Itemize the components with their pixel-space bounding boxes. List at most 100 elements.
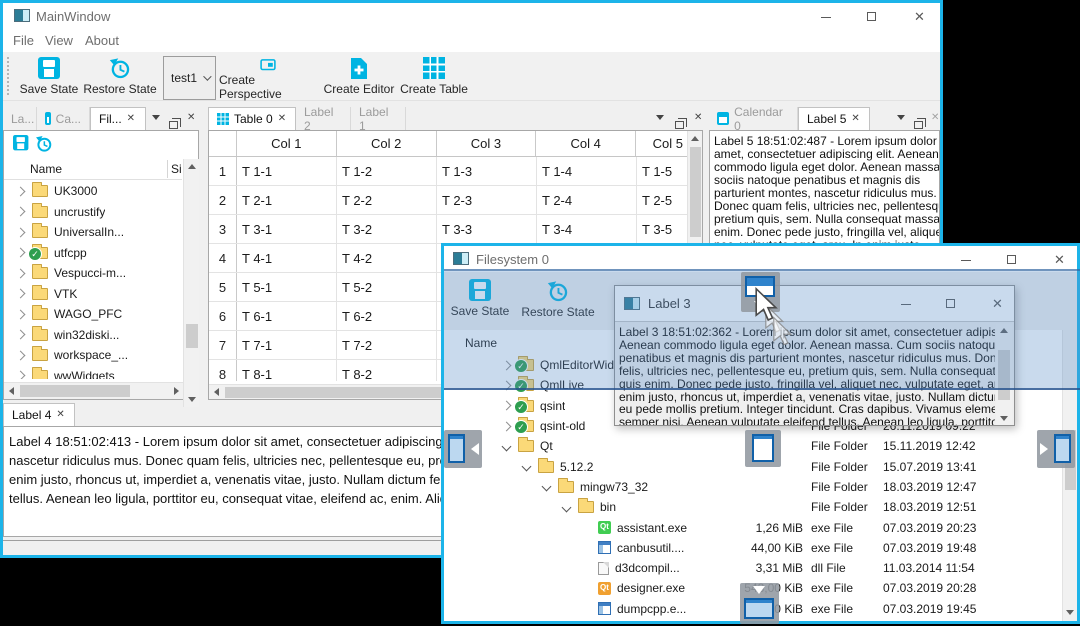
expand-chevron-icon[interactable] [501,400,511,411]
create-editor-button[interactable]: Create Editor [321,57,397,101]
table-cell[interactable]: T 1-2 [337,157,437,185]
scroll-down-icon[interactable] [1000,416,1008,421]
close-panel-icon[interactable] [694,113,702,123]
tab-label5[interactable]: Label 5 [798,107,870,130]
tree-item[interactable]: UK3000 [4,181,182,202]
tab-label2[interactable]: Label 2 [296,105,351,133]
tab-filesystem[interactable]: Fil... [90,107,146,130]
tab-list-button[interactable] [152,115,160,124]
table-cell[interactable]: T 3-1 [237,215,337,243]
main-titlebar[interactable]: MainWindow [3,3,940,29]
table-cell[interactable]: T 7-2 [337,331,437,359]
tree-item[interactable]: WAGO_PFC [4,304,182,325]
table-cell[interactable]: T 7-1 [237,331,337,359]
row-number[interactable]: 2 [209,186,237,214]
fs-tree-row[interactable]: bin File Folder 18.03.2019 12:51 [444,497,1062,517]
tree-vscrollbar[interactable] [183,159,199,407]
tree-item[interactable]: VTK [4,284,182,305]
maximize-button[interactable] [867,12,876,21]
tab-calendar0[interactable]: Calendar 0 [709,105,798,133]
expand-chevron-icon[interactable] [15,227,25,238]
table-cell[interactable]: T 2-2 [337,186,437,214]
col-header[interactable]: Col 2 [337,131,437,156]
float-panel-icon[interactable] [914,118,926,129]
row-number[interactable]: 6 [209,302,237,330]
maximize-button[interactable] [1007,255,1016,264]
table-cell[interactable]: T 2-5 [637,186,688,214]
table-cell[interactable]: T 3-4 [537,215,637,243]
table-cell[interactable]: T 3-3 [437,215,537,243]
row-number[interactable]: 5 [209,273,237,301]
scroll-left-icon[interactable] [214,388,219,396]
col-header[interactable]: Col 5 [636,131,687,156]
save-state-button[interactable]: Save State [15,57,83,101]
scroll-right-icon[interactable] [174,387,179,395]
fs-tree-row[interactable]: assistant.exe 1,26 MiB exe File 07.03.20… [444,517,1062,537]
table-cell[interactable]: T 5-2 [337,273,437,301]
tree-item[interactable]: uncrustify [4,202,182,223]
close-panel-icon[interactable] [187,113,195,123]
col-header[interactable]: Col 4 [536,131,637,156]
tree-item[interactable]: win32diski... [4,325,182,346]
create-table-button[interactable]: Create Table [399,57,469,101]
expand-chevron-icon[interactable] [15,247,25,258]
expand-chevron-icon[interactable] [15,206,25,217]
vscroll-thumb[interactable] [690,147,701,237]
row-number[interactable]: 4 [209,244,237,272]
scroll-left-icon[interactable] [9,387,14,395]
vscroll-thumb[interactable] [186,324,198,348]
table-cell[interactable]: T 2-1 [237,186,337,214]
close-button[interactable] [914,10,925,23]
expand-chevron-icon[interactable] [15,186,25,197]
panel-restore-icon[interactable] [35,135,53,153]
menu-about[interactable]: About [85,33,119,48]
col-header[interactable]: Col 1 [237,131,337,156]
scroll-up-icon[interactable] [188,164,196,169]
expand-chevron-icon[interactable] [15,309,25,320]
tab-label1[interactable]: Label 1 [351,105,406,133]
row-number[interactable]: 1 [209,157,237,185]
table-cell[interactable]: T 2-4 [537,186,637,214]
table-cell[interactable]: T 4-2 [337,244,437,272]
table-cell[interactable]: T 6-2 [337,302,437,330]
create-perspective-button[interactable]: Create Perspective [219,59,317,101]
table-cell[interactable]: T 1-4 [537,157,637,185]
close-tab-icon[interactable] [56,410,64,420]
expand-chevron-icon[interactable] [501,441,511,452]
perspective-combo[interactable]: test1 [163,56,216,100]
hscroll-thumb[interactable] [20,385,130,397]
table-cell[interactable]: T 8-2 [337,360,437,381]
tree-item[interactable]: UniversalIn... [4,222,182,243]
expand-chevron-icon[interactable] [15,350,25,361]
tab-label4[interactable]: Label 4 [3,403,75,426]
tree-item[interactable]: wwWidgets [4,366,182,379]
scroll-up-icon[interactable] [691,136,699,141]
tab-list-button[interactable] [656,115,664,124]
close-button[interactable] [1054,253,1065,266]
tab-calendar[interactable]: Ca... [37,107,90,130]
tab-label0[interactable]: La... [3,107,37,130]
tree-item[interactable]: workspace_... [4,345,182,366]
expand-chevron-icon[interactable] [501,421,511,431]
expand-chevron-icon[interactable] [15,268,25,279]
expand-chevron-icon[interactable] [15,329,25,340]
table-cell[interactable]: T 4-1 [237,244,337,272]
drop-indicator-right[interactable] [1037,430,1075,468]
tab-table0[interactable]: Table 0 [208,107,296,130]
menu-view[interactable]: View [45,33,73,48]
expand-chevron-icon[interactable] [561,502,571,513]
row-number[interactable]: 8 [209,360,237,381]
close-tab-icon[interactable] [278,114,286,124]
table-cell[interactable]: T 1-1 [237,157,337,185]
table-cell[interactable]: T 6-1 [237,302,337,330]
col-header[interactable]: Col 3 [437,131,537,156]
restore-state-button[interactable]: Restore State [83,57,157,101]
expand-chevron-icon[interactable] [541,481,551,492]
expand-chevron-icon[interactable] [15,288,25,299]
minimize-button[interactable] [821,17,831,18]
drop-indicator-left[interactable] [444,430,482,468]
drop-indicator-center[interactable] [745,430,781,467]
row-number[interactable]: 7 [209,331,237,359]
float-panel-icon[interactable] [675,118,687,129]
table-cell[interactable]: T 1-3 [437,157,537,185]
